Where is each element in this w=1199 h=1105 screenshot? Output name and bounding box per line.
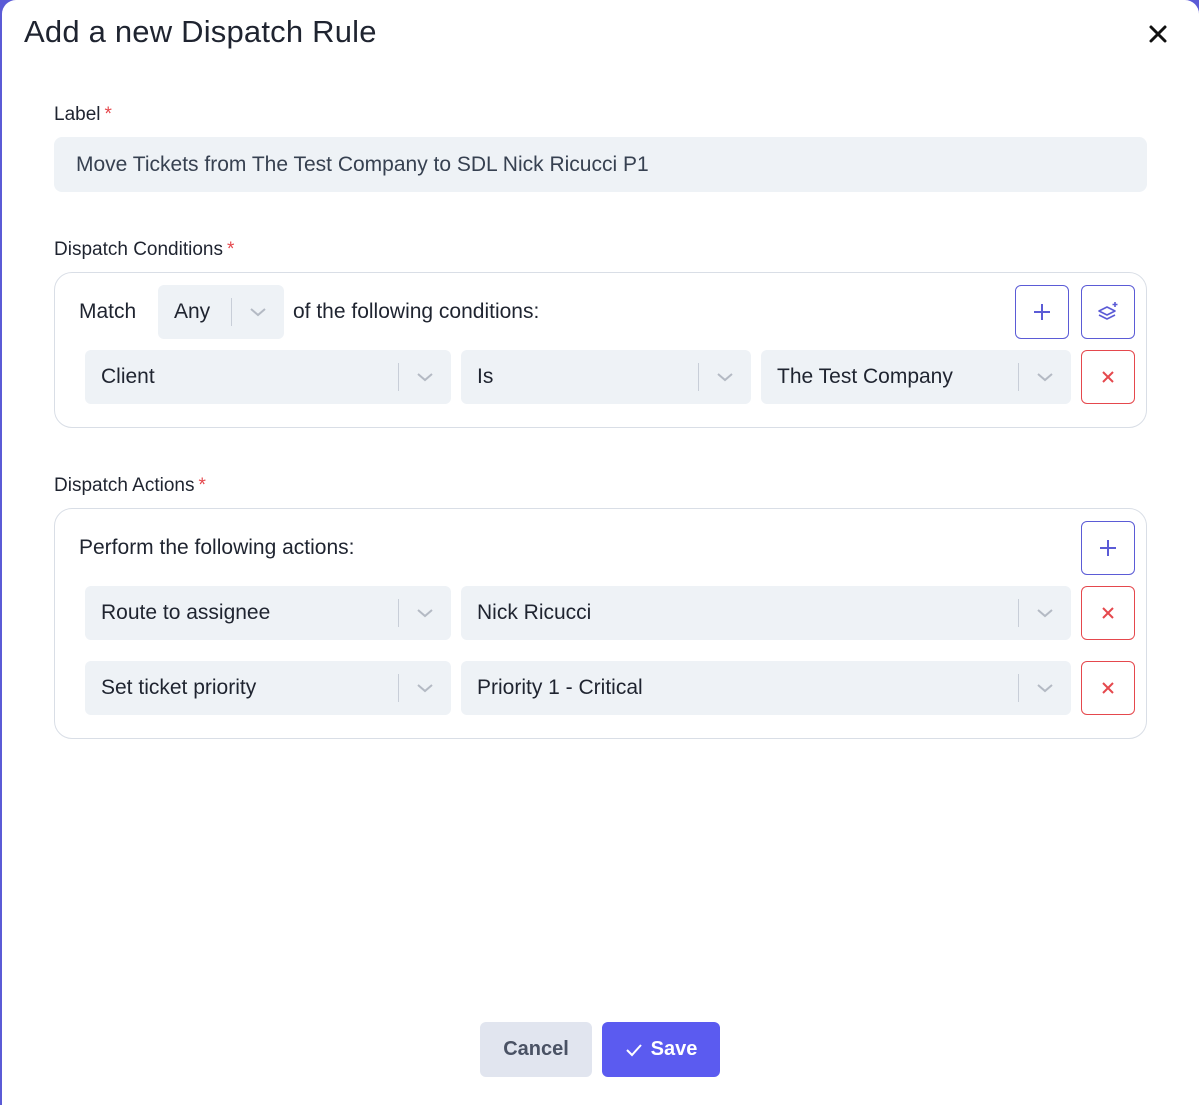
condition-field-select[interactable]: Client <box>85 350 451 404</box>
close-icon <box>1149 25 1167 43</box>
condition-operator-value: Is <box>477 365 494 388</box>
condition-value-select[interactable]: The Test Company <box>761 350 1071 404</box>
match-mode-select[interactable]: Any <box>158 285 284 339</box>
chevron-down-icon <box>1019 607 1071 619</box>
conditions-panel: Match Any of the following conditions: C… <box>54 272 1147 428</box>
remove-action-button[interactable] <box>1081 661 1135 715</box>
action-value-select[interactable]: Priority 1 - Critical <box>461 661 1071 715</box>
close-button[interactable] <box>1142 18 1174 50</box>
action-type-value: Route to assignee <box>101 601 271 624</box>
action-type-value: Set ticket priority <box>101 676 257 699</box>
required-asterisk: * <box>104 104 112 125</box>
condition-operator-select[interactable]: Is <box>461 350 751 404</box>
chevron-down-icon <box>399 371 451 383</box>
dispatch-rule-modal: Add a new Dispatch Rule Label* Dispatch … <box>2 0 1199 1105</box>
cancel-label: Cancel <box>503 1038 569 1060</box>
condition-value: The Test Company <box>777 365 953 388</box>
add-condition-group-button[interactable] <box>1081 285 1135 339</box>
x-icon <box>1102 371 1114 383</box>
chevron-down-icon <box>1019 682 1071 694</box>
layers-plus-icon <box>1098 302 1118 320</box>
save-button[interactable]: Save <box>602 1022 720 1077</box>
modal-title: Add a new Dispatch Rule <box>24 14 377 49</box>
chevron-down-icon <box>232 306 284 318</box>
add-action-button[interactable] <box>1081 521 1135 575</box>
conditions-label: Dispatch Conditions * <box>54 239 235 260</box>
match-prefix: Match <box>79 300 137 323</box>
condition-field-value: Client <box>101 365 155 388</box>
action-value-select[interactable]: Nick Ricucci <box>461 586 1071 640</box>
plus-icon <box>1034 304 1050 320</box>
x-icon <box>1102 682 1114 694</box>
match-mode-value: Any <box>174 300 211 323</box>
required-asterisk: * <box>226 239 235 260</box>
match-suffix: of the following conditions: <box>293 300 540 323</box>
check-icon <box>625 1043 642 1056</box>
label-field-label: Label * <box>54 104 112 125</box>
actions-label: Dispatch Actions * <box>54 475 206 496</box>
x-icon <box>1102 607 1114 619</box>
action-value: Priority 1 - Critical <box>477 676 643 699</box>
action-value: Nick Ricucci <box>477 601 592 624</box>
remove-action-button[interactable] <box>1081 586 1135 640</box>
required-asterisk: * <box>198 475 206 496</box>
action-type-select[interactable]: Set ticket priority <box>85 661 451 715</box>
remove-condition-button[interactable] <box>1081 350 1135 404</box>
action-type-select[interactable]: Route to assignee <box>85 586 451 640</box>
chevron-down-icon <box>399 607 451 619</box>
cancel-button[interactable]: Cancel <box>480 1022 592 1077</box>
chevron-down-icon <box>1019 371 1071 383</box>
chevron-down-icon <box>699 371 751 383</box>
save-label: Save <box>650 1038 698 1060</box>
actions-intro: Perform the following actions: <box>79 536 355 559</box>
plus-icon <box>1100 540 1116 556</box>
chevron-down-icon <box>399 682 451 694</box>
add-condition-button[interactable] <box>1015 285 1069 339</box>
label-input[interactable] <box>54 137 1147 192</box>
actions-panel: Perform the following actions: Route to … <box>54 508 1147 739</box>
